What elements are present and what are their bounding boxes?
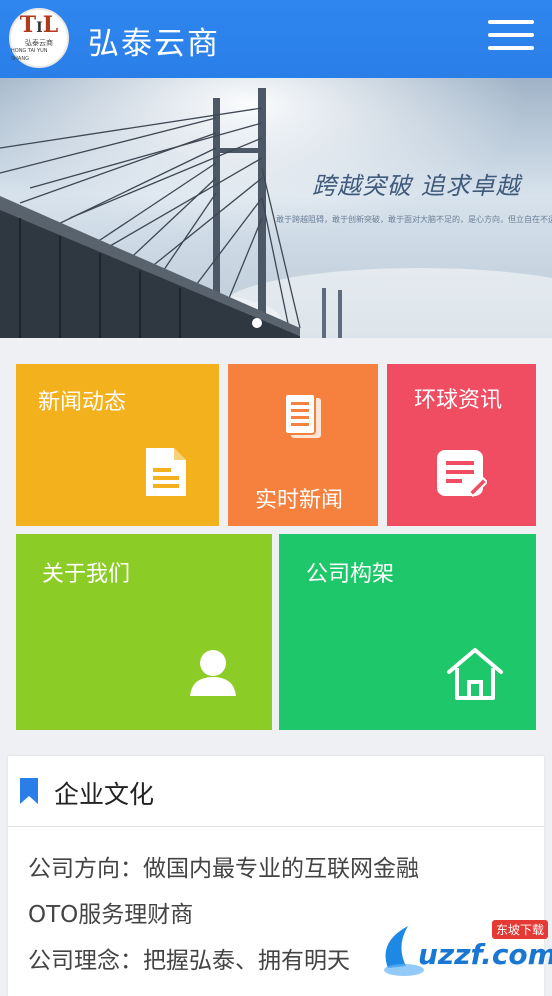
tile-about-label: 关于我们: [42, 562, 131, 587]
logo-text: 弘泰云商: [25, 38, 53, 47]
hero-banner[interactable]: 跨越突破 追求卓越 敢于跨越阻碍，敢于创新突破，敢于面对大脑不足的，是心方向，但…: [0, 78, 552, 338]
document-icon: [146, 448, 186, 496]
uzzf-watermark: 东坡下载 uzzf.com: [374, 912, 552, 982]
banner-slogan: 跨越突破 追求卓越: [312, 172, 521, 200]
bridge-image: [0, 78, 552, 338]
app-header: TIL 弘泰云商 HONG TAI YUN SHANG 弘泰云商: [0, 0, 552, 78]
tile-news[interactable]: 新闻动态: [16, 364, 219, 526]
tile-about-us[interactable]: 关于我们: [16, 534, 272, 730]
app-title: 弘泰云商: [88, 26, 220, 62]
home-icon: [447, 648, 503, 700]
watermark-tag: 东坡下载: [492, 920, 549, 939]
culture-title: 企业文化: [54, 780, 155, 809]
watermark-brand: uzzf.com: [418, 938, 552, 971]
tile-global-info[interactable]: 环球资讯: [387, 364, 536, 526]
tile-news-label: 新闻动态: [38, 390, 127, 415]
tile-realtime-news[interactable]: 实时新闻: [228, 364, 378, 526]
banner-subslogan: 敢于跨越阻碍，敢于创新突破，敢于面对大脑不足的，是心方向，但立自在不运的: [276, 215, 552, 224]
culture-line-1: 公司方向：做国内最专业的互联网金融: [28, 856, 419, 882]
tile-global-label: 环球资讯: [414, 388, 503, 413]
user-icon: [190, 650, 236, 696]
tile-org-label: 公司构架: [306, 562, 395, 587]
tile-realtime-label: 实时新闻: [255, 488, 344, 513]
carousel-indicator[interactable]: [252, 318, 262, 328]
logo-subtext: HONG TAI YUN SHANG: [11, 47, 48, 62]
note-edit-icon: [437, 450, 487, 498]
hamburger-menu-icon[interactable]: [488, 20, 534, 56]
tile-company-structure[interactable]: 公司构架: [279, 534, 536, 730]
culture-card-header: 企业文化: [8, 756, 544, 827]
company-logo[interactable]: TIL 弘泰云商 HONG TAI YUN SHANG: [9, 8, 69, 68]
newspaper-icon: [284, 393, 321, 438]
bookmark-icon: [20, 778, 38, 804]
logo-mark: TIL: [19, 11, 59, 38]
